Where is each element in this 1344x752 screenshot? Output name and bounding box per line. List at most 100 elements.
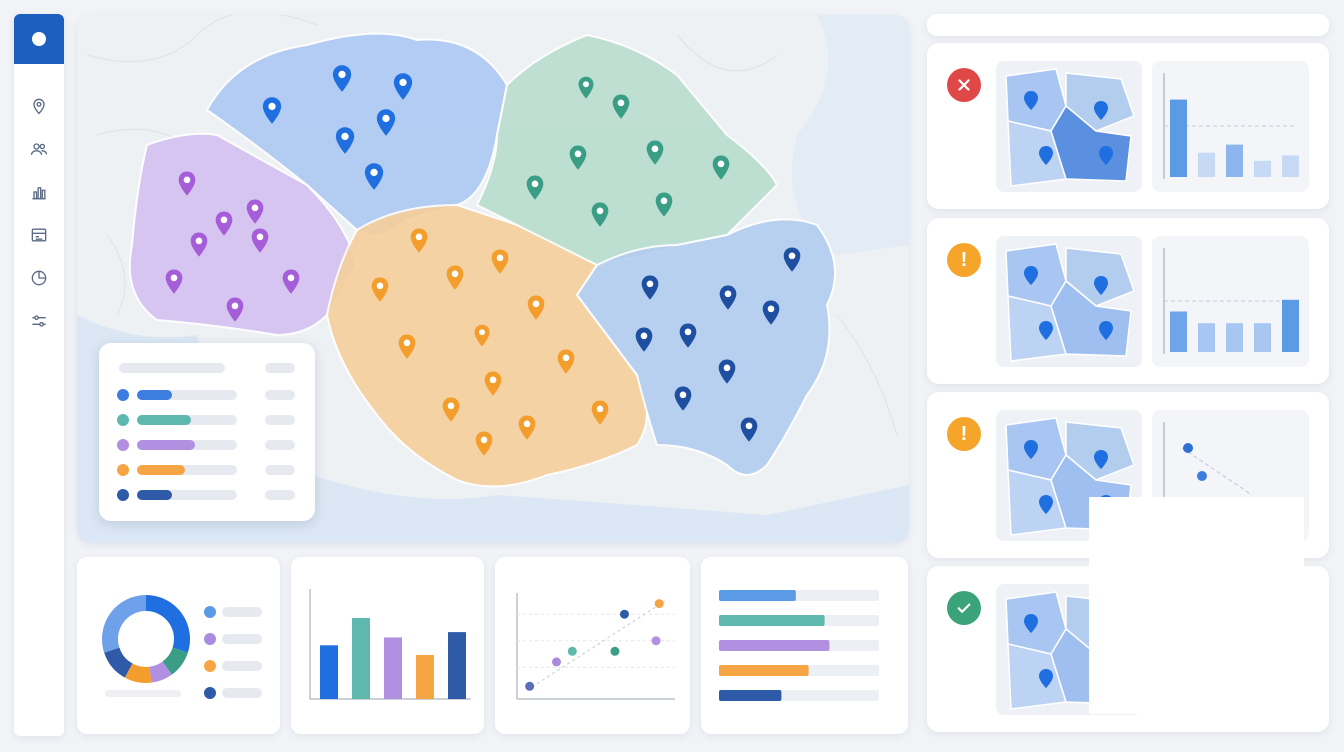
sidebar <box>14 14 64 736</box>
mini-bar <box>1226 323 1243 352</box>
mini-bar-chart <box>1163 73 1299 179</box>
map-panel[interactable] <box>77 15 909 543</box>
scatter-point[interactable] <box>525 681 535 691</box>
scatter-point[interactable] <box>619 609 629 619</box>
legend-swatch <box>117 439 129 451</box>
mini-bar <box>1198 152 1215 177</box>
legend-value-placeholder <box>265 390 295 400</box>
legend-bar <box>137 390 172 400</box>
sidebar-item-filters[interactable] <box>27 309 51 333</box>
map-pin-icon <box>33 98 45 115</box>
trend-line <box>1181 447 1253 496</box>
scatter-chart[interactable] <box>495 557 690 734</box>
water-body <box>792 15 909 255</box>
legend-value-placeholder <box>265 415 295 425</box>
horizontal-bar-chart[interactable] <box>701 557 908 734</box>
donut-legend-label-placeholder <box>222 634 262 644</box>
hbar-fill[interactable] <box>719 640 830 651</box>
map-legend <box>99 343 315 521</box>
mini-bar <box>1170 99 1187 177</box>
check-icon <box>947 591 981 625</box>
legend-swatch <box>117 414 129 426</box>
donut-slice[interactable] <box>124 663 152 683</box>
bar[interactable] <box>320 645 338 699</box>
mini-chart[interactable] <box>1152 61 1309 192</box>
donut-legend-swatch <box>204 687 216 699</box>
scatter-point <box>1183 443 1193 453</box>
donut-chart[interactable] <box>77 557 280 734</box>
app-logo[interactable] <box>14 14 64 64</box>
bar[interactable] <box>448 632 466 699</box>
mini-bar <box>1282 299 1299 352</box>
legend-swatch <box>117 389 129 401</box>
mini-bar <box>1226 144 1243 177</box>
scatter-point[interactable] <box>610 646 620 656</box>
validation-card[interactable]: ! <box>927 218 1329 384</box>
trend-line <box>531 600 666 688</box>
donut-legend-swatch <box>204 606 216 618</box>
donut-slice[interactable] <box>145 595 190 653</box>
scatter-point[interactable] <box>651 636 661 646</box>
hbar-fill[interactable] <box>719 615 825 626</box>
bar[interactable] <box>352 618 370 699</box>
x-icon <box>947 68 981 102</box>
sliders-icon <box>32 315 46 327</box>
sidebar-item-users[interactable] <box>27 137 51 161</box>
mini-bar <box>1170 311 1187 352</box>
donut-legend-swatch <box>204 660 216 672</box>
map-thumbnail[interactable] <box>996 236 1142 367</box>
hbar-fill[interactable] <box>719 590 796 601</box>
legend-value-placeholder <box>265 440 295 450</box>
legend-value-placeholder <box>265 465 295 475</box>
table-icon <box>31 228 47 242</box>
legend-meta-placeholder <box>265 363 295 373</box>
bar-chart-card[interactable] <box>291 557 484 734</box>
scatter-point <box>1197 471 1207 481</box>
exclamation-icon: ! <box>947 417 981 451</box>
donut-legend-label-placeholder <box>222 607 262 617</box>
hbar-card[interactable] <box>701 557 908 734</box>
legend-bar <box>137 465 185 475</box>
donut-slice[interactable] <box>162 647 188 675</box>
mini-bar <box>1282 155 1299 177</box>
sidebar-item-reports[interactable] <box>27 266 51 290</box>
blank-overlay <box>1089 497 1304 714</box>
sidebar-item-charts[interactable] <box>27 180 51 204</box>
donut-slice[interactable] <box>149 661 172 683</box>
mini-bar-chart <box>1163 248 1299 354</box>
legend-value-placeholder <box>265 490 295 500</box>
legend-bar <box>137 415 191 425</box>
scatter-card[interactable] <box>495 557 690 734</box>
legend-bar <box>137 490 172 500</box>
right-panel-header <box>927 14 1329 36</box>
donut-card[interactable] <box>77 557 280 734</box>
legend-title-placeholder <box>119 363 225 373</box>
donut-slice[interactable] <box>104 647 133 678</box>
donut-legend-label-placeholder <box>222 688 262 698</box>
legend-swatch <box>117 489 129 501</box>
bar[interactable] <box>384 637 402 699</box>
scatter-point[interactable] <box>552 657 561 667</box>
bar-chart-icon <box>32 187 46 200</box>
donut-legend-swatch <box>204 633 216 645</box>
legend-bar <box>137 440 195 450</box>
legend-swatch <box>117 464 129 476</box>
mini-chart[interactable] <box>1152 236 1309 367</box>
mini-bar <box>1254 160 1271 177</box>
hbar-fill[interactable] <box>719 665 809 676</box>
donut-legend-label-placeholder <box>222 661 262 671</box>
hbar-fill[interactable] <box>719 690 782 701</box>
sidebar-item-map[interactable] <box>27 94 51 118</box>
bar[interactable] <box>416 655 434 699</box>
validation-card[interactable] <box>927 43 1329 209</box>
bar-chart[interactable] <box>291 557 484 734</box>
sidebar-item-table[interactable] <box>27 223 51 247</box>
map-thumbnail[interactable] <box>996 61 1142 192</box>
users-icon <box>30 143 48 155</box>
scatter-point[interactable] <box>567 646 577 656</box>
scatter-point[interactable] <box>654 599 664 609</box>
mini-bar <box>1198 323 1215 352</box>
donut-slice[interactable] <box>102 595 147 653</box>
donut-caption-placeholder <box>105 690 181 697</box>
mini-bar <box>1254 323 1271 352</box>
